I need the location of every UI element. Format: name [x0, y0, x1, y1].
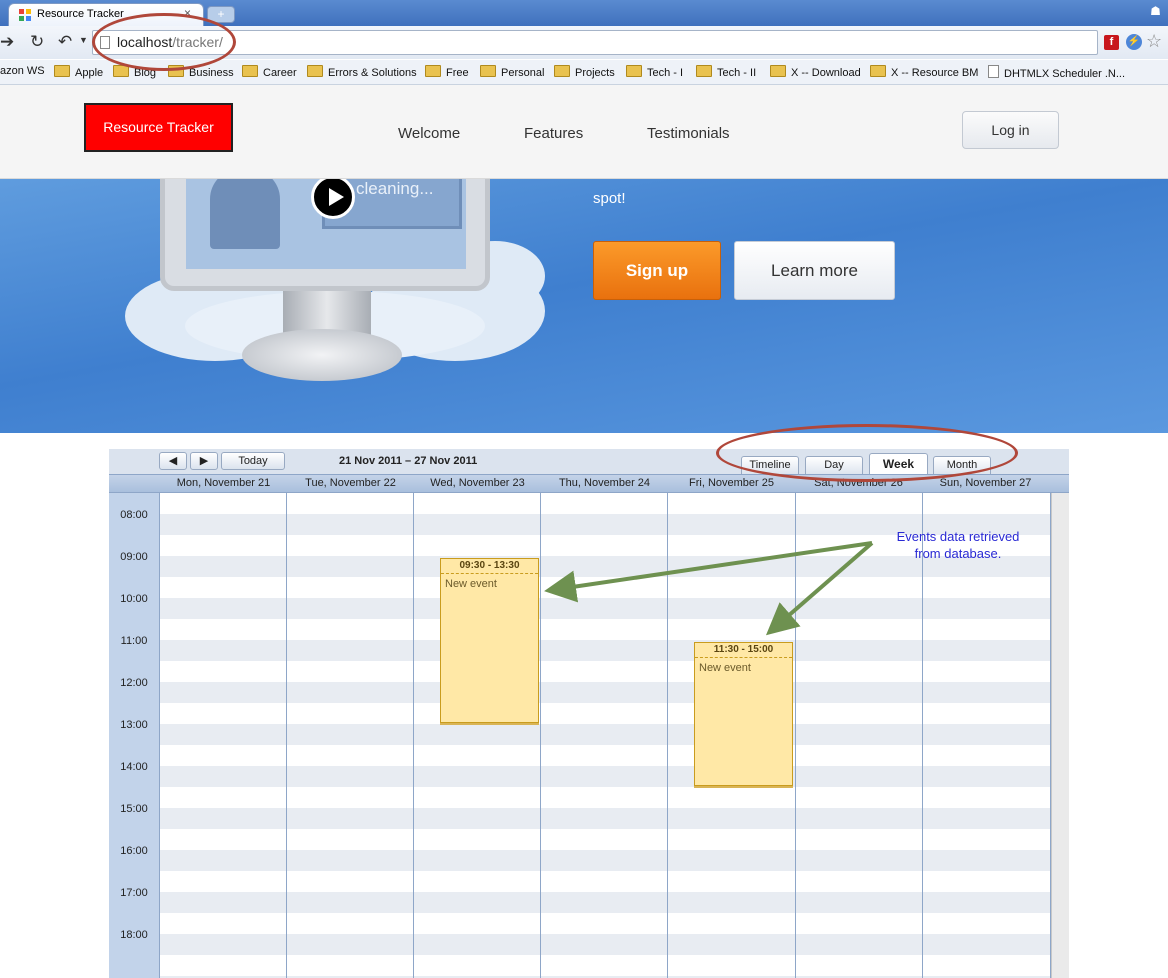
annotation-arrows [544, 541, 874, 636]
annotation-note-line: Events data retrieved [896, 529, 1020, 544]
annotation-note: Events data retrieved from database. [868, 528, 1048, 562]
annotation-note-line: from database. [914, 546, 1002, 561]
